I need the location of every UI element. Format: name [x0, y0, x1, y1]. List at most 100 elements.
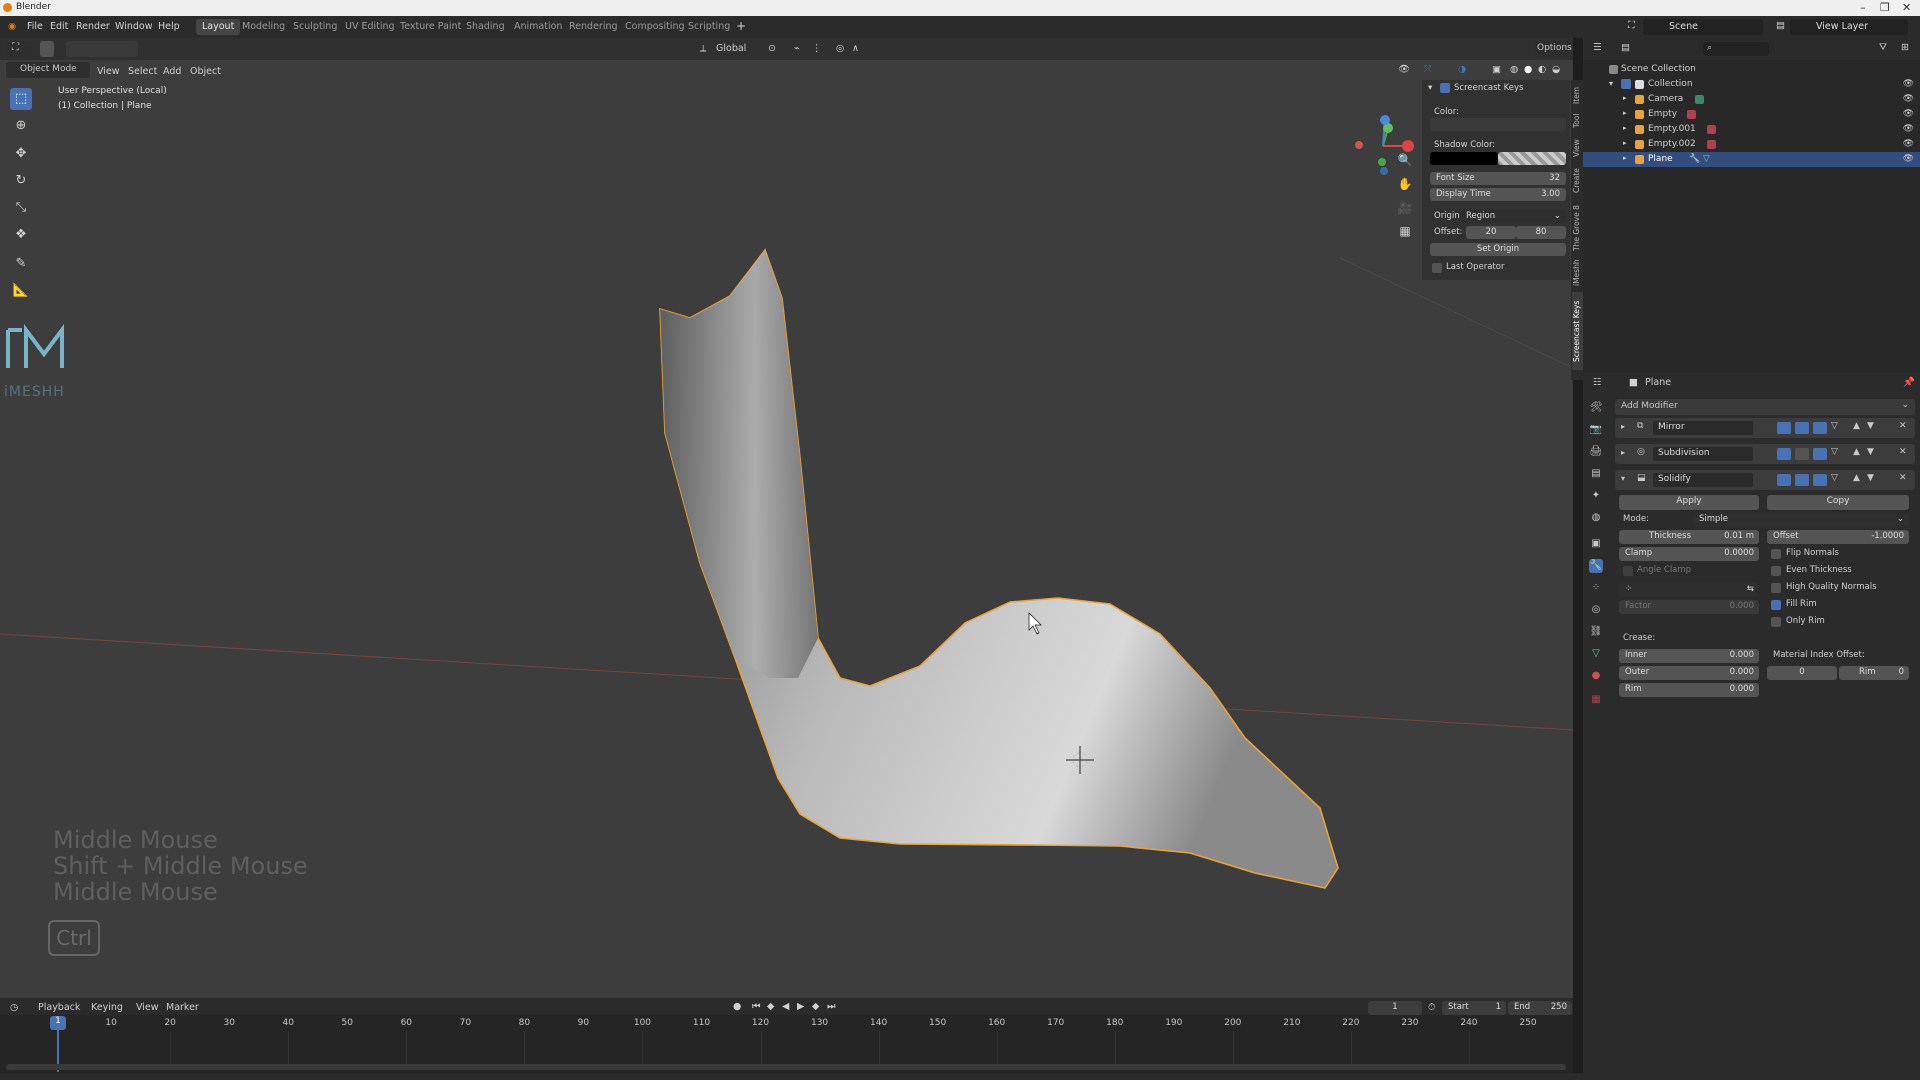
font-size-field[interactable]: Font Size 32: [1430, 172, 1566, 185]
visibility-eye-icon[interactable]: 👁: [1903, 79, 1914, 89]
object-tab-icon[interactable]: ▣: [1589, 537, 1603, 551]
tab-animation[interactable]: Animation: [508, 19, 568, 35]
color-field[interactable]: [1430, 118, 1566, 131]
timeline-scrollbar[interactable]: [6, 1064, 1566, 1070]
select-tool-icon[interactable]: ⬚: [10, 88, 32, 110]
expand-arrow-icon[interactable]: ▸: [1623, 154, 1627, 162]
expand-arrow-icon[interactable]: ▸: [1623, 139, 1627, 147]
flip-normals-checkbox[interactable]: [1771, 549, 1781, 559]
tab-modeling[interactable]: Modeling: [236, 19, 291, 35]
copy-button[interactable]: Copy: [1767, 495, 1909, 510]
crease-inner-field[interactable]: Inner 0.000: [1619, 649, 1759, 663]
menu-render[interactable]: Render: [76, 21, 110, 32]
properties-editor-icon[interactable]: ☷: [1593, 377, 1602, 388]
collection-checkbox[interactable]: [1621, 79, 1631, 89]
shadow-alpha-swatch[interactable]: [1498, 152, 1566, 165]
tab-tool[interactable]: Tool: [1572, 110, 1583, 132]
view-menu-timeline[interactable]: View: [136, 1002, 159, 1013]
outliner-search-input[interactable]: ⌕: [1703, 42, 1769, 56]
tab-rendering[interactable]: Rendering: [563, 19, 624, 35]
start-frame-field[interactable]: Start 1: [1442, 1001, 1506, 1015]
expand-arrow-icon[interactable]: ▸: [1623, 109, 1627, 117]
tab-layout[interactable]: Layout: [196, 19, 241, 35]
render-tab-icon[interactable]: 📷: [1589, 423, 1603, 437]
3d-viewport[interactable]: ⛶ Object Mode ⟂ Global ⊙ ⌁ ⋮ ◎ ∧ Options…: [0, 38, 1573, 998]
solidify-mode-dropdown[interactable]: Simple ⌄: [1693, 513, 1909, 527]
wireframe-shading-icon[interactable]: ◍: [1510, 64, 1518, 75]
cage-icon[interactable]: ▽: [1831, 447, 1838, 457]
scene-selector[interactable]: Scene: [1643, 19, 1763, 35]
remove-modifier-icon[interactable]: ✕: [1899, 473, 1907, 483]
overlay-toggle-icon[interactable]: ◑: [1458, 64, 1466, 75]
visibility-icon[interactable]: 👁: [1398, 64, 1410, 75]
visibility-eye-icon[interactable]: 👁: [1903, 94, 1914, 104]
select-box-tool[interactable]: [40, 41, 54, 57]
move-down-icon[interactable]: ▼: [1867, 473, 1874, 483]
set-origin-button[interactable]: Set Origin: [1430, 243, 1566, 256]
offset-y-field[interactable]: 80: [1516, 226, 1566, 239]
apply-button[interactable]: Apply: [1619, 495, 1759, 510]
mode-selector[interactable]: Object Mode: [6, 62, 90, 78]
timeline-editor-icon[interactable]: ◷: [10, 1002, 18, 1013]
subdivision-name-field[interactable]: Subdivision: [1653, 447, 1753, 461]
outliner-editor-icon[interactable]: ☰: [1593, 42, 1602, 53]
constraints-tab-icon[interactable]: ⛓: [1589, 625, 1603, 639]
tab-scripting[interactable]: Scripting: [682, 19, 736, 35]
scale-tool-icon[interactable]: ⤡: [10, 197, 32, 219]
xray-icon[interactable]: ▣: [1492, 64, 1501, 75]
solidify-name-field[interactable]: Solidify: [1653, 473, 1753, 487]
outliner-row-collection[interactable]: ▾ Collection 👁: [1583, 77, 1920, 92]
snap-icon[interactable]: ⌁: [794, 43, 800, 54]
camera-view-icon[interactable]: 🎥: [1396, 199, 1414, 217]
material-tab-icon[interactable]: ●: [1589, 669, 1603, 683]
offset-x-field[interactable]: 20: [1466, 226, 1516, 239]
crease-outer-field[interactable]: Outer 0.000: [1619, 666, 1759, 680]
outliner-row-plane[interactable]: ▸ Plane 🔧 ▽ 👁: [1583, 152, 1920, 167]
move-up-icon[interactable]: ▲: [1853, 421, 1860, 431]
outliner-row-empty-001[interactable]: ▸ Empty.001 👁: [1583, 122, 1920, 137]
solid-shading-icon[interactable]: ●: [1524, 64, 1532, 75]
menu-file[interactable]: File: [27, 21, 43, 32]
minimize-button[interactable]: –: [1860, 1, 1866, 14]
collapse-arrow-icon[interactable]: ▾: [1621, 474, 1625, 483]
physics-tab-icon[interactable]: ◎: [1589, 603, 1603, 617]
object-menu[interactable]: Object: [190, 66, 221, 77]
display-mode-icon[interactable]: ▤: [1621, 42, 1630, 53]
pin-icon[interactable]: 📌: [1903, 377, 1915, 388]
pivot-icon[interactable]: ⊙: [768, 43, 776, 54]
visibility-eye-icon[interactable]: 👁: [1903, 139, 1914, 149]
outliner-row-empty[interactable]: ▸ Empty 👁: [1583, 107, 1920, 122]
rendered-shading-icon[interactable]: ◒: [1552, 64, 1560, 75]
outliner-row-camera[interactable]: ▸ Camera 👁: [1583, 92, 1920, 107]
tool-tab-icon[interactable]: 🛠: [1589, 401, 1603, 415]
editor-type-button[interactable]: ⛶: [6, 41, 32, 57]
tab-the-grove[interactable]: The Grove 8: [1572, 202, 1583, 254]
last-operator-checkbox[interactable]: [1432, 263, 1442, 273]
fill-rim-checkbox[interactable]: [1771, 600, 1781, 610]
playback-menu[interactable]: Playback: [38, 1002, 80, 1013]
filter-icon[interactable]: ⛛: [1879, 42, 1887, 53]
snap-target-icon[interactable]: ⋮: [812, 43, 822, 54]
close-window-button[interactable]: ✕: [1902, 1, 1911, 14]
render-toggle-icon[interactable]: [1813, 448, 1827, 460]
display-time-field[interactable]: Display Time 3.00: [1430, 188, 1566, 201]
playhead[interactable]: 1: [50, 1016, 66, 1030]
cage-icon[interactable]: ▽: [1831, 421, 1838, 431]
end-frame-field[interactable]: End 250: [1508, 1001, 1572, 1015]
modifier-mirror[interactable]: ▸ ⧉ Mirror ▽ ▲ ▼ ✕: [1615, 418, 1915, 438]
expand-arrow-icon[interactable]: ▸: [1621, 448, 1625, 457]
jump-end-icon[interactable]: ⏭: [827, 1001, 836, 1012]
viewport-toggle-icon[interactable]: [1795, 474, 1809, 486]
view-menu[interactable]: View: [97, 66, 120, 77]
move-tool-icon[interactable]: ✥: [10, 143, 32, 165]
move-up-icon[interactable]: ▲: [1853, 473, 1860, 483]
modifier-solidify[interactable]: ▾ ⬓ Solidify ▽ ▲ ▼ ✕: [1615, 470, 1915, 490]
move-up-icon[interactable]: ▲: [1853, 447, 1860, 457]
record-icon[interactable]: ●: [733, 1001, 741, 1012]
menu-window[interactable]: Window: [115, 21, 152, 32]
material-rim-offset-field[interactable]: Rim 0: [1839, 666, 1909, 680]
cage-icon[interactable]: ▽: [1831, 473, 1838, 483]
view-layer-selector[interactable]: View Layer: [1790, 19, 1908, 35]
only-rim-checkbox[interactable]: [1771, 617, 1781, 627]
tab-screencast-keys[interactable]: Screencast Keys: [1572, 292, 1583, 370]
